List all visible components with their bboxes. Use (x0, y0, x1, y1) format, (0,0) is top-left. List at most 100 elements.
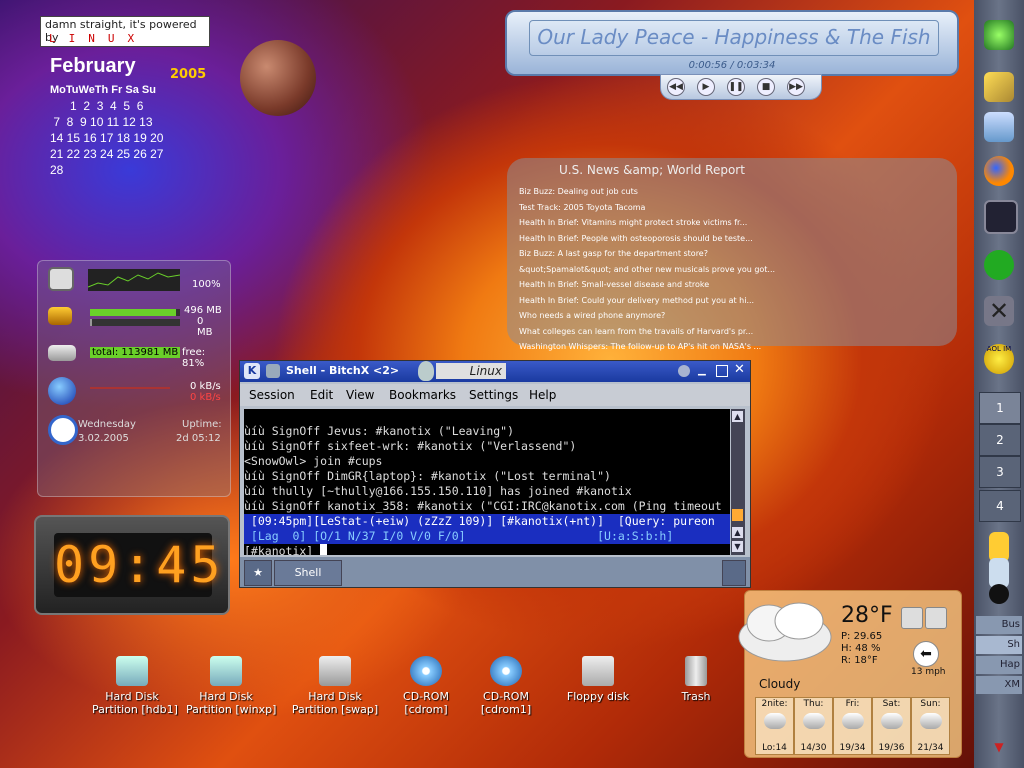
desktop-icon-swap[interactable]: Hard Disk Partition [swap] (288, 656, 382, 716)
tab-shell[interactable]: Shell (274, 560, 342, 586)
taskbar-item[interactable]: Hap (976, 656, 1022, 674)
cloudy-icon (880, 713, 903, 729)
menu-session[interactable]: Session (249, 388, 295, 402)
terminal-line: ùíù SignOff sixfeet-wrk: #kanotix ("Verl… (244, 439, 577, 453)
pen-icon[interactable] (984, 72, 1014, 102)
news-item[interactable]: Biz Buzz: Dealing out job cuts (519, 184, 775, 200)
calendar-week[interactable]: 14 15 16 17 18 19 20 (50, 130, 230, 146)
forecast-day[interactable]: Sun: 21/34 (911, 697, 950, 755)
next-track-icon[interactable]: ▶▶ (787, 78, 805, 96)
kicker-panel: ✕ AOL IM 1 2 3 4 Bus Sh Hap XM ▼ (974, 0, 1024, 768)
forecast-range: 14/30 (800, 743, 827, 753)
calendar-week[interactable]: 28 (50, 162, 230, 178)
humidity: H: 48 % (841, 643, 881, 654)
desktop-2[interactable]: 2 (979, 424, 1021, 456)
floppy-icon (582, 656, 614, 686)
disk-total: total: 113981 MB (90, 347, 181, 358)
firefox-icon[interactable] (984, 156, 1014, 186)
close-session-icon[interactable] (722, 560, 746, 586)
network-out: 0 kB/s (190, 392, 221, 403)
prompt-channel: [#kanotix] (244, 544, 321, 555)
news-item[interactable]: Who needs a wired phone anymore? (519, 308, 775, 324)
desktop-1-label: 1 (996, 401, 1004, 415)
menu-view[interactable]: View (346, 388, 374, 402)
alien-icon[interactable] (984, 20, 1014, 50)
scrollbar-thumb[interactable] (732, 509, 743, 521)
swap-used: 0 MB (197, 316, 213, 338)
previous-track-icon[interactable]: ◀◀ (667, 78, 685, 96)
play-icon[interactable]: ▶ (697, 78, 715, 96)
menu-settings[interactable]: Settings (469, 388, 518, 402)
news-item[interactable]: Health In Brief: Could your delivery met… (519, 293, 775, 309)
desktop-icon-cdrom[interactable]: CD-ROM [cdrom] (396, 656, 456, 716)
calendar-week[interactable]: 7 8 9 10 11 12 13 (50, 114, 230, 130)
forecast-day[interactable]: Sat: 19/36 (872, 697, 911, 755)
desktop-icon-cdrom1[interactable]: CD-ROM [cdrom1] (476, 656, 536, 716)
network-globe-icon (48, 377, 76, 405)
desktop-icon-winxp[interactable]: Hard Disk Partition [winxp] (186, 656, 276, 716)
calendar-week[interactable]: 21 22 23 24 25 26 27 (50, 146, 230, 162)
desktop-2-label: 2 (996, 433, 1004, 447)
terminal-output[interactable]: ùíù SignOff Jevus: #kanotix ("Leaving") ù… (244, 409, 730, 555)
taskbar-item-label: Hap (1000, 659, 1020, 670)
uptime-value: 2d 05:12 (176, 433, 221, 444)
aim-label: AOL IM (986, 345, 1012, 353)
close-icon[interactable]: ✕ (734, 363, 748, 377)
settings-icon[interactable] (901, 607, 923, 629)
forecast-range: 19/36 (878, 743, 905, 753)
scroll-down-icon[interactable]: ▼ (732, 541, 743, 552)
window-titlebar[interactable]: K Shell - BitchX <2> Linux ▁ ✕ (240, 361, 750, 382)
news-item[interactable]: Health In Brief: People with osteoporosi… (519, 231, 775, 247)
desktop-3[interactable]: 3 (979, 456, 1021, 488)
minimize-icon[interactable]: ▁ (698, 365, 710, 377)
icon-label: CD-ROM [cdrom1] (480, 690, 532, 716)
terminal-scrollbar[interactable]: ▲ ▲ ▼ (731, 409, 745, 555)
scroll-up-icon[interactable]: ▲ (732, 411, 743, 422)
pause-icon[interactable]: ❚❚ (727, 78, 745, 96)
news-item[interactable]: Biz Buzz: A last gasp for the department… (519, 246, 775, 262)
maximize-icon[interactable] (716, 365, 728, 377)
scroll-down-arrow-icon[interactable]: ▼ (988, 740, 1010, 760)
taskbar-item-label: Bus (1001, 619, 1020, 630)
menu-bookmarks[interactable]: Bookmarks (389, 388, 456, 402)
terminal-icon[interactable] (984, 200, 1018, 234)
network-in: 0 kB/s (190, 381, 221, 392)
aim-icon[interactable]: AOL IM (984, 344, 1014, 374)
news-item[interactable]: &quot;Spamalot&quot; and other new music… (519, 262, 775, 278)
forecast-day[interactable]: Thu: 14/30 (794, 697, 833, 755)
news-item[interactable]: Health In Brief: Small-vessel disease an… (519, 277, 775, 293)
x-icon[interactable]: ✕ (984, 296, 1014, 326)
media-player: Our Lady Peace - Happiness & The Fish 0:… (505, 10, 959, 100)
kde-menu-icon[interactable]: K (244, 363, 260, 379)
news-item[interactable]: Washington Whispers: The follow-up to AP… (519, 339, 775, 355)
memory-used: 496 MB (184, 305, 222, 316)
menu-help[interactable]: Help (529, 388, 556, 402)
taskbar-item[interactable]: Sh (976, 636, 1022, 654)
scroll-up-icon[interactable]: ▲ (732, 527, 743, 538)
refresh-icon[interactable] (925, 607, 947, 629)
calendar-week[interactable]: 1 2 3 4 5 6 (50, 98, 230, 114)
desktop-icon-trash[interactable]: Trash (670, 656, 722, 703)
taskbar-item[interactable]: Bus (976, 616, 1022, 634)
desktop-4[interactable]: 4 (979, 490, 1021, 522)
desktop-1[interactable]: 1 (979, 392, 1021, 424)
bomb-icon[interactable] (989, 584, 1009, 604)
new-session-icon[interactable]: ★ (244, 560, 272, 586)
desktop-icon-hdb1[interactable]: Hard Disk Partition [hdb1] (92, 656, 178, 716)
mask-icon[interactable] (984, 250, 1014, 280)
forecast-day[interactable]: 2nite: Lo:14 (755, 697, 794, 755)
news-item[interactable]: Health In Brief: Vitamins might protect … (519, 215, 775, 231)
stop-icon[interactable]: ■ (757, 78, 775, 96)
input-prompt[interactable]: [#kanotix] (244, 544, 730, 555)
sticky-icon[interactable] (678, 365, 690, 377)
icon-label: Hard Disk Partition [hdb1] (92, 690, 178, 716)
menu-edit[interactable]: Edit (310, 388, 333, 402)
taskbar-item[interactable]: XM (976, 676, 1022, 694)
forecast-day[interactable]: Fri: 19/34 (833, 697, 872, 755)
desktop-icon-floppy[interactable]: Floppy disk (560, 656, 636, 703)
news-item[interactable]: What colleges can learn from the travail… (519, 324, 775, 340)
home-icon[interactable] (984, 112, 1014, 142)
news-item[interactable]: Test Track: 2005 Toyota Tacoma (519, 200, 775, 216)
icon-label: Floppy disk (566, 690, 630, 703)
cpu-icon (48, 267, 74, 291)
